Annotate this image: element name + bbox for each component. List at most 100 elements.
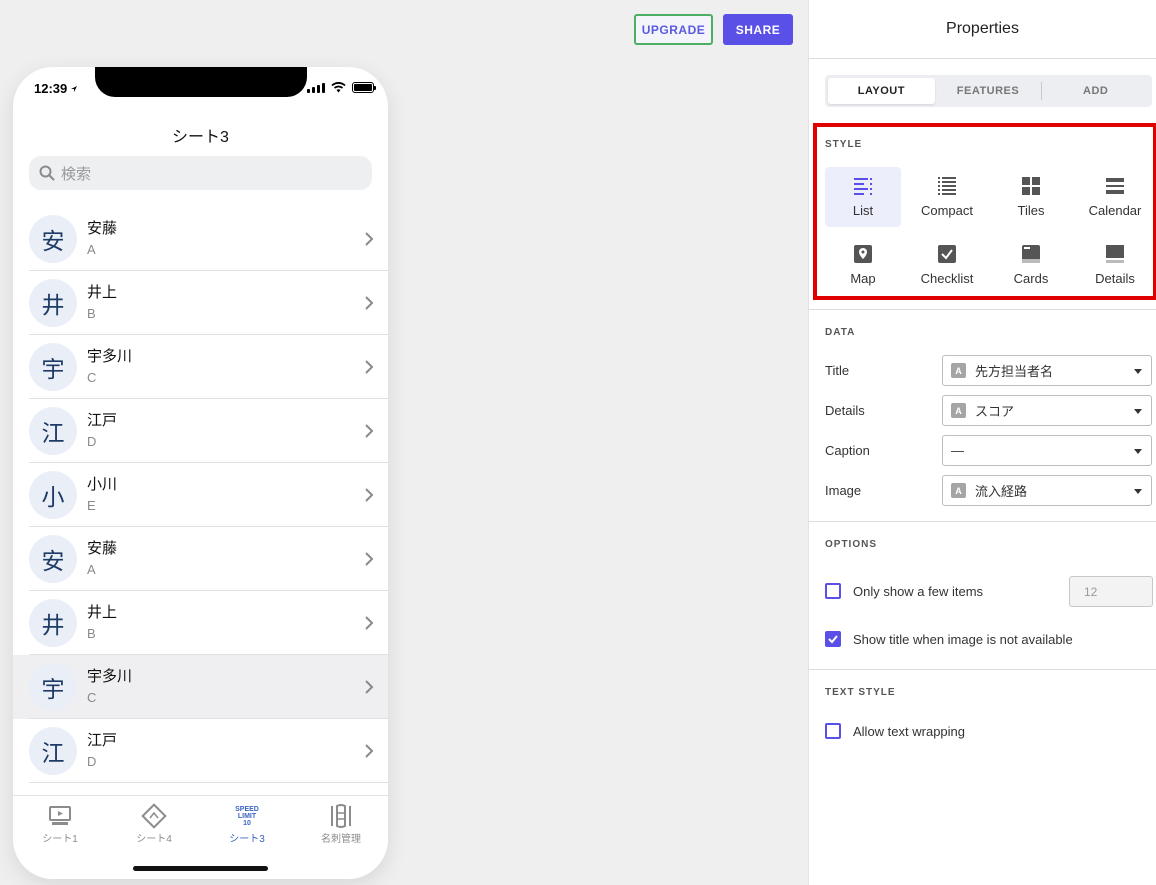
list-item[interactable]: 小 小川 E	[13, 463, 388, 527]
list-item-subtitle: C	[87, 370, 97, 385]
list-item-title: 安藤	[87, 540, 118, 557]
list-item-title: 安藤	[87, 220, 118, 237]
wifi-icon	[331, 82, 346, 93]
allow-wrapping-option[interactable]: Allow text wrapping	[825, 723, 965, 739]
search-icon	[39, 165, 55, 181]
select-value: —	[951, 443, 964, 458]
list-item[interactable]: 井 井上 B	[13, 591, 388, 655]
phone-notch	[95, 67, 307, 97]
speed-limit-sign-icon: SPEED LIMIT 10	[235, 805, 259, 827]
list-icon	[854, 178, 872, 195]
share-button[interactable]: SHARE	[723, 14, 793, 45]
status-time: 12:39	[34, 81, 78, 96]
list-item[interactable]: 宇 宇多川 C	[13, 335, 388, 399]
contact-list: 安 安藤 A 井 井上 B 宇 宇多川 C 江 江戸 D 小 小川 E 安 安藤 A	[13, 207, 388, 783]
battery-icon	[352, 82, 376, 93]
list-item-title: 江戸	[87, 732, 118, 749]
divider	[809, 309, 1156, 310]
style-tiles[interactable]: Tiles	[993, 167, 1069, 227]
field-label: Details	[825, 403, 865, 418]
style-label: Map	[850, 271, 876, 286]
caret-down-icon	[1134, 489, 1142, 494]
style-label: Calendar	[1088, 203, 1142, 218]
image-select[interactable]: A 流入経路	[942, 475, 1152, 506]
list-item[interactable]: 安 安藤 A	[13, 207, 388, 271]
tab-sheet4[interactable]: シート4	[107, 802, 201, 845]
checkmark-icon	[828, 635, 838, 644]
details-select[interactable]: A スコア	[942, 395, 1152, 426]
location-arrow-icon	[71, 85, 78, 92]
style-cards[interactable]: Cards	[993, 235, 1069, 295]
avatar: 江	[29, 727, 77, 775]
tab-card-management[interactable]: 名刺管理	[294, 802, 388, 845]
style-label: Checklist	[920, 271, 974, 286]
diamond-sign-icon	[141, 803, 167, 829]
caption-select[interactable]: —	[942, 435, 1152, 466]
list-item-subtitle: E	[87, 498, 96, 513]
tab-layout[interactable]: LAYOUT	[828, 78, 935, 104]
list-item-subtitle: D	[87, 434, 97, 449]
item-count-input[interactable]: 12	[1069, 576, 1153, 607]
text-type-icon: A	[951, 403, 966, 418]
field-label: Title	[825, 363, 850, 378]
avatar: 宇	[29, 663, 77, 711]
style-list[interactable]: List	[825, 167, 901, 227]
title-select[interactable]: A 先方担当者名	[942, 355, 1152, 386]
list-item-subtitle: C	[87, 690, 97, 705]
only-few-items-option[interactable]: Only show a few items	[825, 583, 983, 599]
allow-wrapping-checkbox[interactable]	[825, 723, 841, 739]
select-value: 先方担当者名	[975, 364, 1054, 379]
caret-down-icon	[1134, 369, 1142, 374]
status-icons	[307, 82, 376, 93]
list-item[interactable]: 井 井上 B	[13, 271, 388, 335]
chevron-right-icon	[365, 424, 374, 438]
style-label: Details	[1095, 271, 1135, 286]
list-item[interactable]: 江 江戸 D	[13, 719, 388, 783]
tab-label: シート1	[42, 834, 78, 845]
tab-features[interactable]: FEATURES	[935, 78, 1042, 104]
text-style-section-label: TEXT STYLE	[825, 687, 896, 698]
home-indicator	[133, 866, 268, 871]
style-checklist[interactable]: Checklist	[909, 235, 985, 295]
avatar: 江	[29, 407, 77, 455]
style-map[interactable]: Map	[825, 235, 901, 295]
data-section-label: DATA	[825, 327, 856, 338]
divider	[809, 521, 1156, 522]
tab-bar: シート1 シート4 SPEED LIMIT 10 シート3 名刺管理	[13, 795, 388, 879]
tab-sheet1[interactable]: シート1	[13, 802, 107, 845]
chevron-right-icon	[365, 232, 374, 246]
list-item-subtitle: B	[87, 306, 96, 321]
style-calendar[interactable]: Calendar	[1077, 167, 1153, 227]
list-item-selected[interactable]: 宇 宇多川 C	[13, 655, 388, 719]
status-time-text: 12:39	[34, 81, 68, 96]
style-label: List	[852, 203, 874, 218]
chevron-right-icon	[365, 360, 374, 374]
list-item-title: 小川	[87, 476, 118, 493]
tab-add[interactable]: ADD	[1042, 78, 1149, 104]
tab-sheet3[interactable]: SPEED LIMIT 10 シート3	[200, 802, 294, 846]
show-title-checkbox[interactable]	[825, 631, 841, 647]
style-compact[interactable]: Compact	[909, 167, 985, 227]
style-details[interactable]: Details	[1077, 235, 1153, 295]
caption-field-row: Caption —	[825, 435, 1152, 467]
list-item-subtitle: D	[87, 754, 97, 769]
show-title-option[interactable]: Show title when image is not available	[825, 631, 1073, 647]
divider	[809, 58, 1156, 59]
style-label: Tiles	[1017, 203, 1045, 218]
search-input[interactable]: 検索	[29, 156, 372, 190]
chevron-right-icon	[365, 552, 374, 566]
avatar: 井	[29, 599, 77, 647]
divider	[809, 669, 1156, 670]
caret-down-icon	[1134, 449, 1142, 454]
details-field-row: Details A スコア	[825, 395, 1152, 427]
avatar: 小	[29, 471, 77, 519]
avatar: 安	[29, 215, 77, 263]
upgrade-button[interactable]: UPGRADE	[634, 14, 713, 45]
list-item[interactable]: 江 江戸 D	[13, 399, 388, 463]
only-few-items-checkbox[interactable]	[825, 583, 841, 599]
list-item[interactable]: 安 安藤 A	[13, 527, 388, 591]
chevron-right-icon	[365, 744, 374, 758]
list-item-subtitle: A	[87, 562, 96, 577]
chevron-right-icon	[365, 296, 374, 310]
style-section-label: STYLE	[825, 139, 863, 150]
